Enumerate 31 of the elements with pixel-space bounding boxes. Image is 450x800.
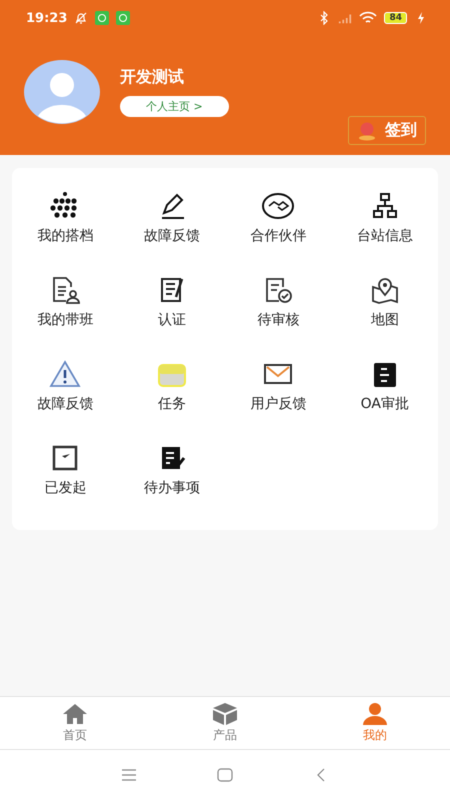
menu-item[interactable]: 地图 <box>332 260 438 344</box>
user-name: 开发测试 <box>120 67 185 88</box>
status-time: 19:23 <box>26 10 68 26</box>
menu-item[interactable]: 台站信息 <box>332 176 438 260</box>
menu-item[interactable]: 我的带班 <box>12 260 118 344</box>
home-icon <box>61 702 89 726</box>
menu-item[interactable]: 待审核 <box>225 260 332 344</box>
menu-item[interactable]: 用户反馈 <box>225 344 332 428</box>
wifi-icon <box>359 11 378 25</box>
battery-level: 84 <box>384 12 407 24</box>
person-icon <box>361 702 389 726</box>
warning-icon <box>48 359 82 389</box>
nav-tab[interactable]: 产品 <box>150 697 300 749</box>
menu-item[interactable]: 合作伙伴 <box>225 176 332 260</box>
app-notification-icon <box>116 11 130 25</box>
profile-home-button[interactable]: 个人主页 > <box>120 96 229 117</box>
location-pin-icon <box>357 120 377 140</box>
menu-item[interactable]: 故障反馈 <box>118 176 225 260</box>
menu-item[interactable]: 待办事项 <box>118 428 225 512</box>
menu-item[interactable]: 已发起 <box>12 428 118 512</box>
bell-off-icon <box>74 11 88 25</box>
box-icon <box>211 702 239 726</box>
app-notification-icon <box>95 11 110 25</box>
menu-icon[interactable] <box>121 768 137 782</box>
home-square-icon[interactable] <box>217 768 233 782</box>
menu-item[interactable]: 我的搭档 <box>12 176 118 260</box>
menu-item[interactable]: 任务 <box>118 344 225 428</box>
menu-item[interactable]: 故障反馈 <box>12 344 118 428</box>
menu-item[interactable]: OA审批 <box>332 344 438 428</box>
menu-item[interactable]: 认证 <box>118 260 225 344</box>
nav-tab[interactable]: 首页 <box>0 697 150 749</box>
